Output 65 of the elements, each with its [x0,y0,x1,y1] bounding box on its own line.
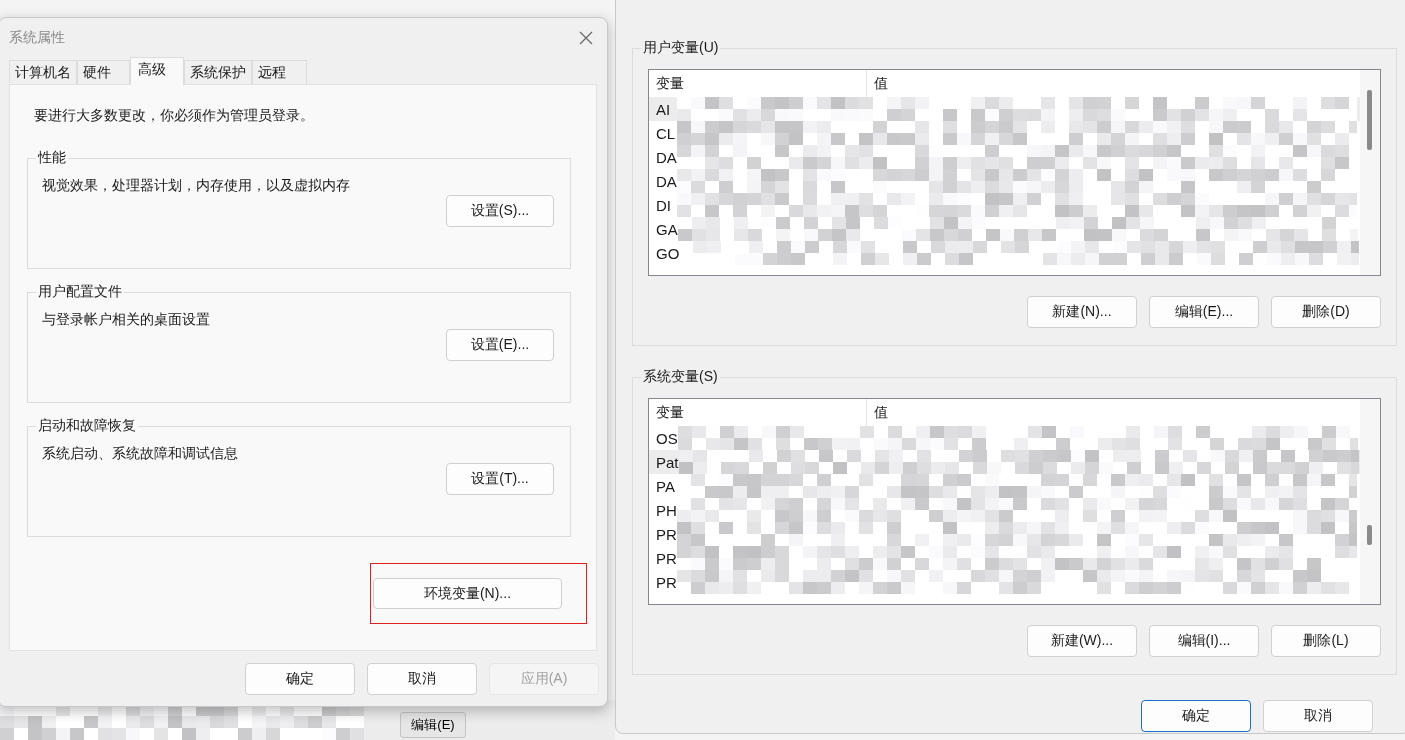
variable-name: DI [656,196,672,214]
settings-button[interactable]: 设置(T)... [446,463,554,495]
list-row[interactable]: DA [649,145,1360,169]
variable-name: AI [656,100,672,118]
variable-name: DA [656,172,677,190]
variable-name: OS [656,429,678,447]
variable-name: GA [656,220,678,238]
scrollbar[interactable] [1360,70,1380,275]
variable-name: PR [656,573,677,591]
list-action-button[interactable]: 删除(D) [1271,296,1381,328]
list-row[interactable]: PR [649,546,1360,570]
group-title: 性能 [36,149,67,167]
variable-name: PR [656,549,677,567]
tab[interactable]: 系统保护 [184,60,252,84]
group-description: 与登录帐户相关的桌面设置 [42,311,211,329]
scrollbar-thumb[interactable] [1367,525,1372,545]
dialog-button[interactable]: 确定 [1141,700,1251,732]
variable-name: PH [656,501,677,519]
list-row[interactable]: OS [649,426,1360,450]
list-action-button[interactable]: 编辑(E)... [1149,296,1259,328]
dialog-button[interactable]: 取消 [1263,700,1373,732]
group-title: 用户变量(U) [642,39,720,57]
tab[interactable]: 计算机名 [9,60,77,84]
admin-notice: 要进行大多数更改，你必须作为管理员登录。 [34,107,315,125]
environment-variables-button[interactable]: 环境变量(N)... [373,578,562,609]
variable-name: PA [656,477,676,495]
tab[interactable]: 远程 [252,60,307,84]
list-action-button[interactable]: 删除(L) [1271,625,1381,657]
list-row[interactable]: DI [649,193,1360,217]
column-header[interactable]: 值 [867,70,1360,97]
list-row[interactable]: PA [649,474,1360,498]
group-title: 启动和故障恢复 [37,417,137,435]
group-title: 系统变量(S) [642,368,719,386]
list-row[interactable]: AI [649,97,1360,121]
list-row[interactable]: GO [649,241,1360,265]
list-action-button[interactable]: 新建(N)... [1027,296,1137,328]
tab[interactable]: 高级 [130,57,184,85]
variable-name: DA [656,148,677,166]
variable-name: Pat [656,453,679,471]
list-row[interactable]: PR [649,570,1360,594]
window-title: 系统属性 [9,29,65,47]
list-row[interactable]: GA [649,217,1360,241]
variable-name: PR [656,525,677,543]
settings-button[interactable]: 设置(E)... [446,329,554,361]
close-icon[interactable] [579,31,593,45]
list-action-button[interactable]: 编辑(I)... [1149,625,1259,657]
variable-name: GO [656,244,680,262]
list-row[interactable]: PH [649,498,1360,522]
scrollbar-thumb[interactable] [1367,90,1372,150]
group-title: 用户配置文件 [37,283,123,301]
list-row[interactable]: PR [649,522,1360,546]
dialog-button[interactable]: 取消 [367,662,477,695]
dialog-button[interactable]: 确定 [245,662,355,695]
list-row[interactable]: DA [649,169,1360,193]
list-action-button[interactable]: 新建(W)... [1027,625,1137,657]
list-row[interactable]: Pat [649,450,1360,474]
group-description: 视觉效果，处理器计划，内存使用，以及虚拟内存 [42,177,351,195]
settings-button[interactable]: 设置(S)... [446,195,554,227]
column-header[interactable]: 值 [867,399,1360,426]
list-row[interactable]: CL [649,121,1360,145]
scrollbar[interactable] [1360,399,1380,604]
tab[interactable]: 硬件 [77,60,130,84]
edit-button[interactable]: 编辑(E) [400,712,466,738]
variable-name: CL [656,124,677,142]
group-description: 系统启动、系统故障和调试信息 [42,445,239,463]
